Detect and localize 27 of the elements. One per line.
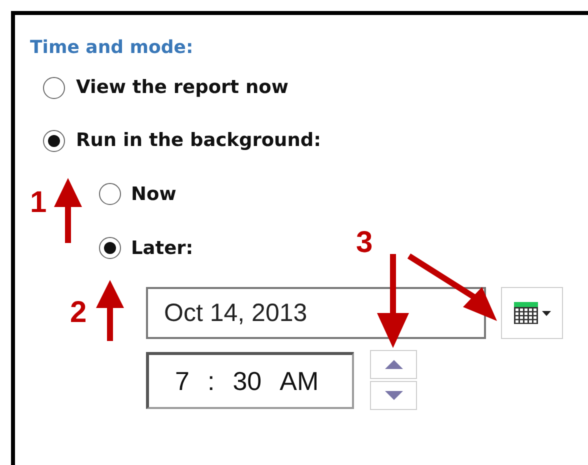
calendar-icon (514, 302, 538, 324)
spin-down-button[interactable] (370, 381, 417, 410)
period-value: AM (280, 366, 319, 396)
time-field[interactable]: 7 : 30 AM (146, 352, 354, 409)
time-separator: : (207, 366, 215, 396)
option-label: Run in the background: (76, 130, 322, 151)
down-triangle-icon (384, 391, 402, 400)
calendar-button[interactable] (501, 287, 563, 339)
radio-button[interactable] (43, 130, 65, 152)
callout-number: 3 (356, 226, 373, 260)
option-label: View the report now (76, 77, 288, 98)
radio-button[interactable] (99, 237, 121, 259)
minute-value: 30 (232, 366, 262, 396)
callout-number: 2 (70, 296, 87, 330)
section-title: Time and mode: (30, 36, 194, 60)
radio-button[interactable] (99, 183, 121, 205)
up-triangle-icon (384, 360, 402, 369)
option-label: Later: (131, 238, 194, 258)
hour-value: 7 (175, 366, 190, 396)
radio-button[interactable] (43, 76, 65, 98)
option-label: Now (131, 184, 176, 204)
annotation-arrow (54, 178, 82, 243)
spin-up-button[interactable] (370, 350, 417, 379)
caret-icon (542, 310, 550, 316)
annotation-arrow (96, 280, 124, 341)
date-field[interactable]: Oct 14, 2013 (146, 287, 486, 339)
callout-number: 1 (30, 186, 47, 220)
